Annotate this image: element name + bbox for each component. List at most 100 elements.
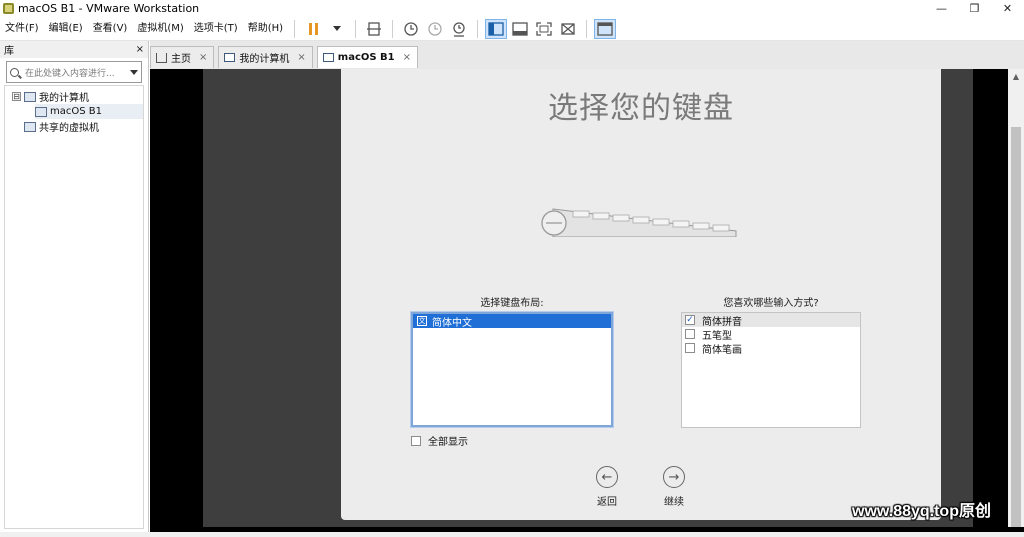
toolbar-separator — [392, 19, 394, 38]
workspace: 主页 × 我的计算机 × macOS B1 × 选择您的键盘 选择键盘布局: 文… — [150, 41, 1024, 537]
menu-help[interactable]: 帮助(H) — [243, 17, 288, 41]
library-title: 库 — [4, 46, 14, 57]
menu-file[interactable]: 文件(F) — [0, 17, 44, 41]
view-library-icon — [488, 21, 504, 36]
library-panel: 库 × 在此处键入内容进行... ⊟ 我的计算机 macOS B1 共享的虚拟机 — [0, 41, 149, 535]
show-all-option[interactable]: 全部显示 — [411, 433, 468, 448]
checkbox[interactable] — [685, 329, 695, 339]
home-icon — [156, 52, 167, 63]
window-controls: — ❐ ✕ — [925, 0, 1024, 17]
guest-display[interactable]: 选择您的键盘 选择键盘布局: 文 简体中文 您喜欢哪些输入方式? ✓ 简体拼音 … — [203, 69, 973, 527]
arrow-right-icon: → — [663, 466, 685, 488]
library-search-input[interactable]: 在此处键入内容进行... — [6, 61, 142, 83]
send-keys-icon — [367, 21, 382, 36]
tree-item-my-computer[interactable]: ⊟ 我的计算机 — [5, 89, 143, 104]
continue-label: 继续 — [664, 497, 684, 508]
revert-snapshot-button[interactable] — [424, 19, 446, 39]
ime-item-label: 五笔型 — [702, 330, 732, 342]
ime-item-label: 简体拼音 — [702, 316, 742, 328]
vmware-app-icon — [3, 3, 14, 14]
keyboard-layout-list[interactable]: 文 简体中文 — [411, 312, 613, 427]
tab-my-computer[interactable]: 我的计算机 × — [218, 46, 313, 68]
input-method-list[interactable]: ✓ 简体拼音 五笔型 简体笔画 — [681, 312, 861, 428]
layout-item-label: 简体中文 — [432, 317, 472, 329]
search-icon — [10, 67, 19, 77]
library-tree: ⊟ 我的计算机 macOS B1 共享的虚拟机 — [4, 85, 144, 529]
dialog-title: 选择您的键盘 — [548, 91, 734, 126]
revert-snapshot-icon — [428, 21, 442, 36]
power-dropdown-button[interactable] — [326, 19, 348, 39]
show-all-label: 全部显示 — [428, 437, 468, 448]
view-thumbnail-icon — [512, 21, 528, 36]
restore-button[interactable]: ❐ — [958, 0, 991, 17]
toolbar-separator — [355, 19, 357, 38]
console-view-button[interactable] — [594, 18, 617, 39]
search-placeholder: 在此处键入内容进行... — [25, 68, 115, 79]
snapshot-button[interactable] — [400, 19, 422, 39]
unity-button[interactable] — [557, 19, 579, 39]
send-keys-button[interactable] — [363, 19, 385, 39]
tab-vm[interactable]: macOS B1 × — [316, 46, 419, 68]
vertical-scrollbar[interactable]: ▲ — [1008, 69, 1024, 527]
chevron-down-icon[interactable] — [130, 69, 138, 75]
layout-item[interactable]: 文 简体中文 — [413, 314, 611, 329]
vm-console[interactable]: 选择您的键盘 选择键盘布局: 文 简体中文 您喜欢哪些输入方式? ✓ 简体拼音 … — [150, 69, 1024, 537]
menu-vm[interactable]: 虚拟机(M) — [132, 17, 188, 41]
watermark: www.88yq.top原创 — [852, 503, 991, 520]
collapse-icon[interactable]: ⊟ — [12, 92, 21, 101]
back-label: 返回 — [597, 497, 617, 508]
toolbar-separator — [477, 19, 479, 38]
view-thumbnail-button[interactable] — [509, 19, 531, 39]
pause-icon — [308, 22, 318, 35]
menu-tabs[interactable]: 选项卡(T) — [189, 17, 243, 41]
console-view-icon — [597, 21, 613, 36]
tree-label: 我的计算机 — [39, 93, 89, 104]
scroll-thumb[interactable] — [1011, 127, 1021, 527]
window-title: macOS B1 - VMware Workstation — [18, 2, 200, 15]
tab-label: 我的计算机 — [239, 54, 290, 65]
continue-button[interactable]: → 继续 — [654, 466, 694, 508]
close-button[interactable]: ✕ — [991, 0, 1024, 17]
view-library-button[interactable] — [485, 18, 508, 39]
fullscreen-icon — [536, 21, 552, 36]
computer-icon — [24, 91, 36, 102]
toolbar-separator — [586, 19, 588, 38]
ime-item[interactable]: ✓ 简体拼音 — [682, 313, 860, 328]
checkbox[interactable] — [685, 343, 695, 353]
arrow-left-icon: ← — [596, 466, 618, 488]
menu-edit[interactable]: 编辑(E) — [44, 17, 88, 41]
tree-label: 共享的虚拟机 — [39, 123, 99, 134]
checkbox-checked[interactable]: ✓ — [685, 315, 695, 325]
keyboard-icon — [541, 208, 737, 237]
ime-item-label: 简体笔画 — [702, 344, 742, 356]
snapshot-icon — [404, 21, 418, 36]
close-tab-icon[interactable]: × — [297, 52, 305, 63]
vm-icon — [322, 53, 334, 62]
library-header: 库 × — [0, 41, 148, 58]
menu-bar: 文件(F) 编辑(E) 查看(V) 虚拟机(M) 选项卡(T) 帮助(H) — [0, 17, 1024, 41]
shared-vm-icon — [24, 121, 36, 132]
close-tab-icon[interactable]: × — [403, 52, 411, 63]
unity-icon — [561, 22, 575, 35]
tree-label: macOS B1 — [50, 106, 102, 117]
tree-item-shared-vms[interactable]: 共享的虚拟机 — [5, 119, 143, 134]
pause-button[interactable] — [302, 19, 324, 39]
close-tab-icon[interactable]: × — [199, 52, 207, 63]
show-all-checkbox[interactable] — [411, 435, 421, 446]
back-button[interactable]: ← 返回 — [587, 466, 627, 508]
menu-view[interactable]: 查看(V) — [88, 17, 133, 41]
tab-home[interactable]: 主页 × — [150, 46, 215, 68]
ime-item[interactable]: 五笔型 — [682, 327, 860, 342]
scroll-up-icon[interactable]: ▲ — [1008, 69, 1024, 84]
keyboard-setup-dialog: 选择您的键盘 选择键盘布局: 文 简体中文 您喜欢哪些输入方式? ✓ 简体拼音 … — [341, 69, 941, 520]
tree-item-vm[interactable]: macOS B1 — [35, 104, 143, 119]
minimize-button[interactable]: — — [925, 0, 958, 17]
close-library-icon[interactable]: × — [136, 44, 144, 55]
fullscreen-button[interactable] — [533, 19, 555, 39]
snapshot-manager-button[interactable] — [448, 19, 470, 39]
snapshot-manager-icon — [453, 21, 465, 37]
ime-list-label: 您喜欢哪些输入方式? — [723, 298, 819, 309]
status-bar — [0, 532, 1024, 537]
ime-item[interactable]: 简体笔画 — [682, 341, 860, 356]
tab-bar: 主页 × 我的计算机 × macOS B1 × — [150, 46, 422, 68]
